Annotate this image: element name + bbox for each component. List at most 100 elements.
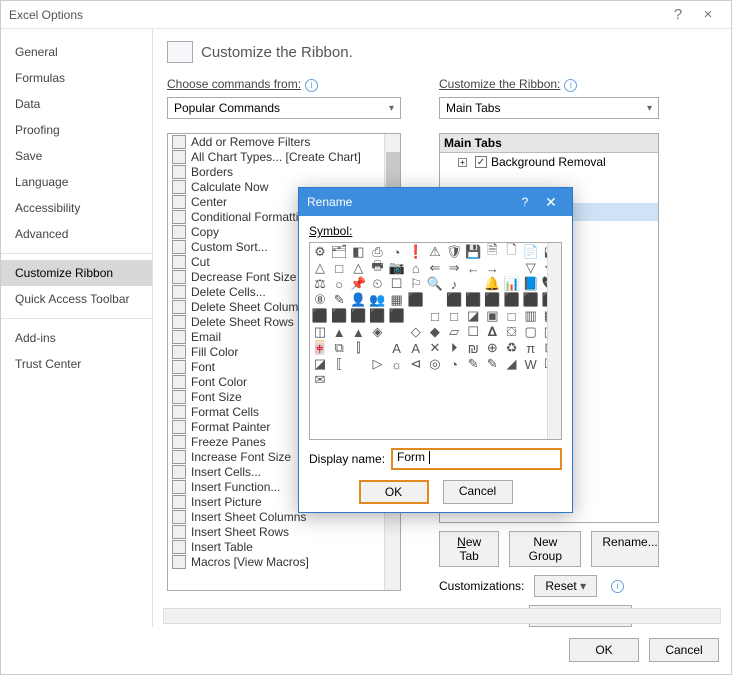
symbol-cell[interactable]: ◢ xyxy=(503,356,521,372)
symbol-cell[interactable]: 🖶 xyxy=(368,260,386,276)
cancel-button[interactable]: Cancel xyxy=(649,638,719,662)
symbol-cell[interactable]: ⚠ xyxy=(426,244,444,260)
dialog-ok-button[interactable]: OK xyxy=(359,480,429,504)
symbol-cell[interactable]: ✎ xyxy=(464,356,482,372)
symbol-cell[interactable]: ⬛ xyxy=(445,292,463,308)
rename-button[interactable]: Rename... xyxy=(591,531,659,567)
symbol-cell[interactable]: ⬛ xyxy=(464,292,482,308)
symbol-cell[interactable]: ◔ xyxy=(388,244,406,260)
command-item[interactable]: Macros [View Macros] xyxy=(168,554,400,569)
reset-button[interactable]: Reset xyxy=(534,575,597,597)
symbol-cell[interactable]: ⬛ xyxy=(349,308,367,324)
expand-icon[interactable]: + xyxy=(458,158,467,167)
symbol-cell[interactable] xyxy=(368,340,386,356)
symbol-cell[interactable]: 🔔 xyxy=(483,276,501,292)
symbol-cell[interactable]: ▥ xyxy=(522,308,540,324)
help-icon[interactable]: ? xyxy=(663,6,693,23)
symbol-cell[interactable]: ◆ xyxy=(426,324,444,340)
symbol-cell[interactable]: ✉ xyxy=(311,372,329,388)
symbol-cell[interactable]: ⧉ xyxy=(330,340,348,356)
sidebar-item-data[interactable]: Data xyxy=(1,91,152,117)
symbol-cell[interactable]: ⬛ xyxy=(483,292,501,308)
symbol-cell[interactable]: ❗ xyxy=(407,244,425,260)
symbol-cell[interactable]: W xyxy=(522,356,540,372)
symbol-cell[interactable]: ⊲ xyxy=(407,356,425,372)
symbol-grid[interactable]: ⚙🗂◧⎙◔❗⚠🛡💾🗎🗋📄⬓△□△🖶📷⌂⇐⇒←→▽⟲⚖○📌⏲☐⚐🔍♪🔔📊📘📞⑧✎👤… xyxy=(309,242,562,440)
symbol-cell[interactable]: ○ xyxy=(330,276,348,292)
checkbox-icon[interactable]: ✓ xyxy=(475,156,487,168)
dialog-help-icon[interactable]: ? xyxy=(512,195,538,209)
sidebar-item-trust-center[interactable]: Trust Center xyxy=(1,351,152,377)
sidebar-item-save[interactable]: Save xyxy=(1,143,152,169)
close-icon[interactable]: × xyxy=(693,6,723,23)
choose-commands-dropdown[interactable]: Popular Commands▾ xyxy=(167,97,401,119)
symbol-cell[interactable]: ☐ xyxy=(464,324,482,340)
symbol-cell[interactable] xyxy=(330,372,348,388)
symbol-cell[interactable]: 💾 xyxy=(464,244,482,260)
symbol-cell[interactable]: ◎ xyxy=(426,356,444,372)
sidebar-item-formulas[interactable]: Formulas xyxy=(1,65,152,91)
dialog-cancel-button[interactable]: Cancel xyxy=(443,480,513,504)
symbol-cell[interactable]: 🔍 xyxy=(426,276,444,292)
symbol-cell[interactable]: 🀄 xyxy=(311,340,329,356)
command-item[interactable]: Insert Table xyxy=(168,539,400,554)
symbol-cell[interactable]: ♻ xyxy=(503,340,521,356)
symbol-cell[interactable]: π xyxy=(522,340,540,356)
symbol-cell[interactable]: ⏵ xyxy=(445,340,463,356)
symbol-cell[interactable]: ⌂ xyxy=(407,260,425,276)
sidebar-item-proofing[interactable]: Proofing xyxy=(1,117,152,143)
symbol-cell[interactable]: A xyxy=(407,340,425,356)
symbol-cell[interactable]: 📊 xyxy=(503,276,521,292)
symbol-cell[interactable]: ▲ xyxy=(330,324,348,340)
symbol-cell[interactable]: ⬛ xyxy=(503,292,521,308)
symbol-cell[interactable]: ⬛ xyxy=(330,308,348,324)
symbol-cell[interactable]: ▲ xyxy=(349,324,367,340)
customize-ribbon-dropdown[interactable]: Main Tabs▾ xyxy=(439,97,659,119)
symbol-cell[interactable]: ◇ xyxy=(407,324,425,340)
symbol-cell[interactable]: ⟦ xyxy=(330,356,348,372)
symbol-cell[interactable]: ⇐ xyxy=(426,260,444,276)
info-icon[interactable]: i xyxy=(611,580,624,593)
info-icon[interactable]: i xyxy=(305,79,318,92)
symbol-cell[interactable]: ⬛ xyxy=(311,308,329,324)
symbol-cell[interactable]: ▱ xyxy=(445,324,463,340)
symbol-cell[interactable]: ⚖ xyxy=(311,276,329,292)
symbol-cell[interactable]: ⬛ xyxy=(522,292,540,308)
command-item[interactable]: All Chart Types... [Create Chart] xyxy=(168,149,400,164)
symbol-cell[interactable]: 📘 xyxy=(522,276,540,292)
symbol-cell[interactable]: □ xyxy=(445,308,463,324)
symbol-cell[interactable]: □ xyxy=(503,308,521,324)
symbol-cell[interactable]: ⇒ xyxy=(445,260,463,276)
symbol-cell[interactable]: ⬛ xyxy=(388,308,406,324)
sidebar-item-customize-ribbon[interactable]: Customize Ribbon xyxy=(1,260,152,286)
symbol-cell[interactable]: 📷 xyxy=(388,260,406,276)
symbol-cell[interactable] xyxy=(503,260,521,276)
symbol-cell[interactable]: ◫ xyxy=(311,324,329,340)
info-icon[interactable]: i xyxy=(564,79,577,92)
symbol-cell[interactable]: → xyxy=(483,260,501,276)
symbol-cell[interactable]: △ xyxy=(349,260,367,276)
symbol-cell[interactable]: 🗂 xyxy=(330,244,348,260)
symbol-cell[interactable]: □ xyxy=(426,308,444,324)
scrollbar-vertical[interactable] xyxy=(547,243,561,439)
symbol-cell[interactable]: ◔ xyxy=(445,356,463,372)
sidebar-item-general[interactable]: General xyxy=(1,39,152,65)
symbol-cell[interactable]: ☼ xyxy=(388,356,406,372)
sidebar-item-quick-access[interactable]: Quick Access Toolbar xyxy=(1,286,152,312)
symbol-cell[interactable]: 🗋 xyxy=(503,244,521,260)
symbol-cell[interactable]: 📄 xyxy=(522,244,540,260)
command-item[interactable]: Add or Remove Filters xyxy=(168,134,400,149)
symbol-cell[interactable]: ◪ xyxy=(311,356,329,372)
symbol-cell[interactable]: 👥 xyxy=(368,292,386,308)
symbol-cell[interactable]: 🗎 xyxy=(483,244,501,260)
tree-node[interactable]: + ✓ Background Removal xyxy=(440,153,658,171)
symbol-cell[interactable]: ▷ xyxy=(368,356,386,372)
symbol-cell[interactable] xyxy=(349,356,367,372)
symbol-cell[interactable]: ⚙ xyxy=(311,244,329,260)
ok-button[interactable]: OK xyxy=(569,638,639,662)
sidebar-item-addins[interactable]: Add-ins xyxy=(1,325,152,351)
symbol-cell[interactable]: ← xyxy=(464,260,482,276)
symbol-cell[interactable]: ✎ xyxy=(483,356,501,372)
symbol-cell[interactable]: ◈ xyxy=(368,324,386,340)
symbol-cell[interactable]: ⑧ xyxy=(311,292,329,308)
